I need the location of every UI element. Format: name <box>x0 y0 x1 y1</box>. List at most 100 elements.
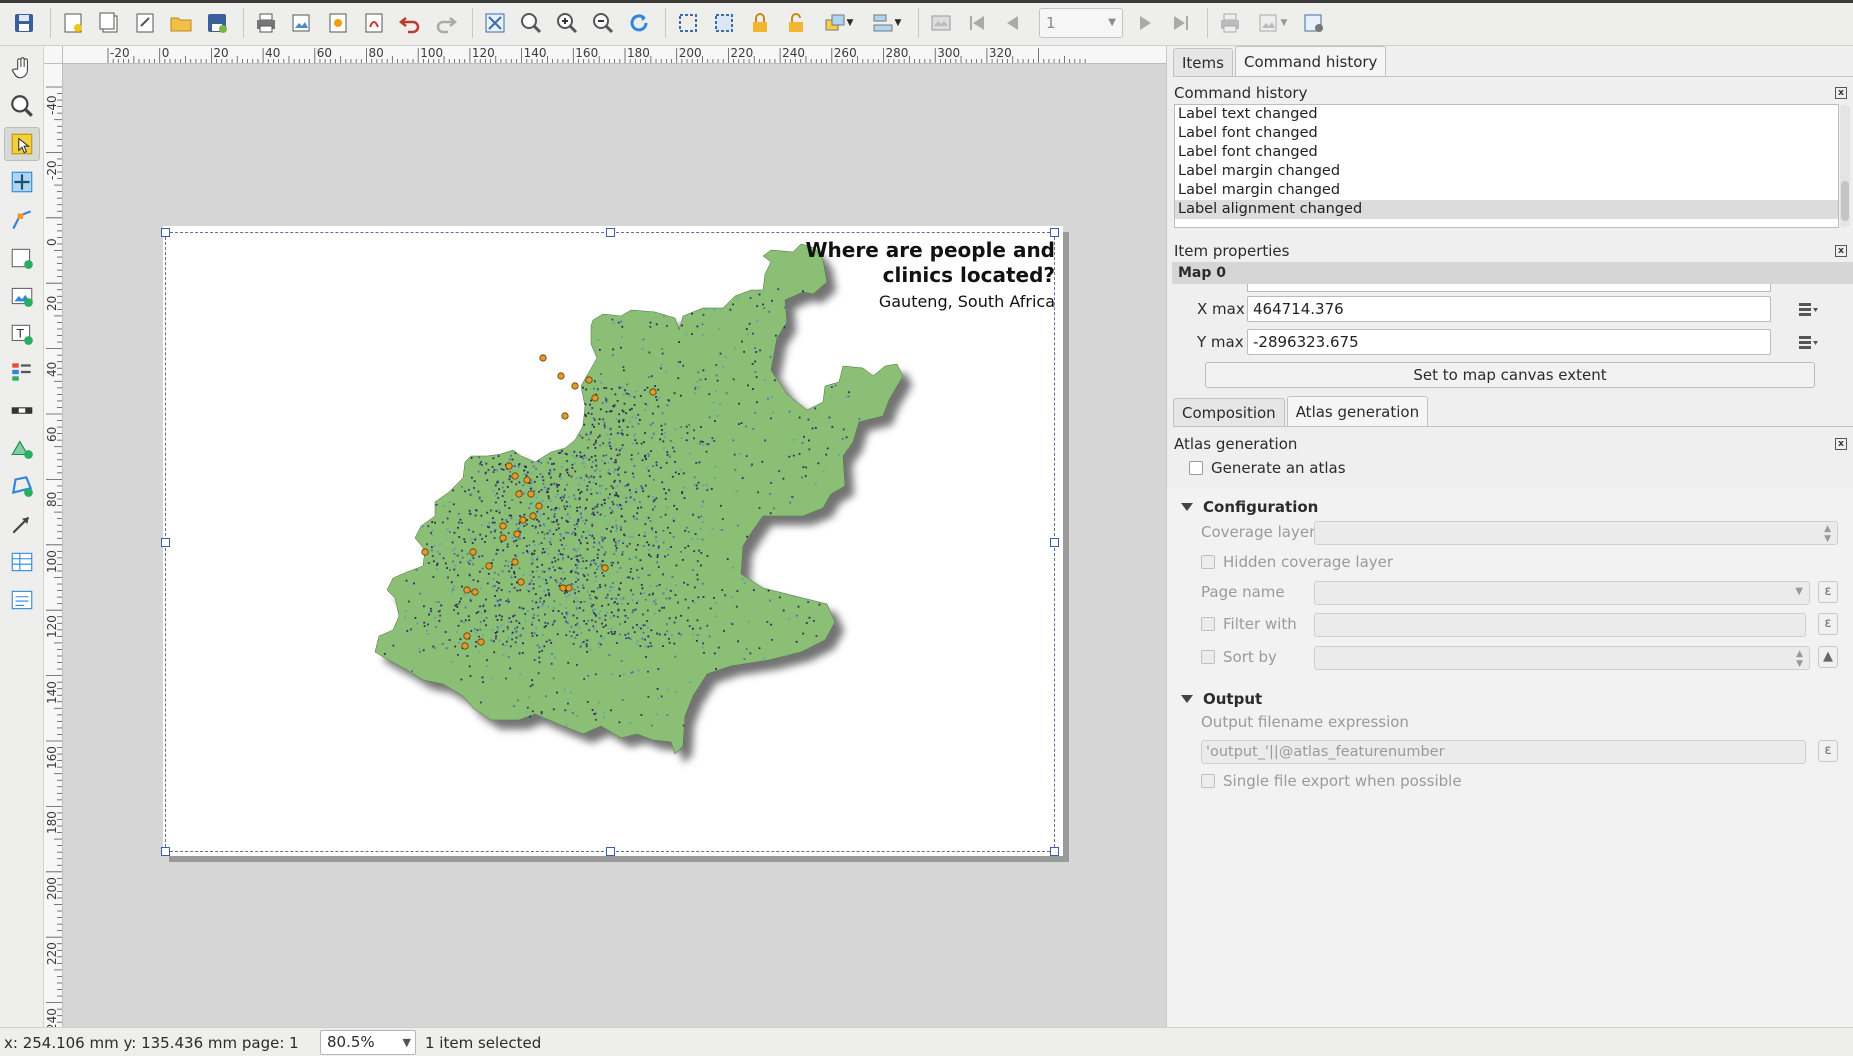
add-arrow-icon[interactable] <box>4 507 40 541</box>
align-icon[interactable]: ▼ <box>864 6 908 40</box>
zoom-out-icon[interactable] <box>587 6 619 40</box>
close-icon[interactable]: x <box>1835 87 1847 99</box>
y-max-field[interactable]: -2896323.675 <box>1247 328 1771 355</box>
duplicate-composer-icon[interactable] <box>93 6 125 40</box>
resize-handle-n[interactable] <box>606 228 615 237</box>
configuration-group[interactable]: Configuration <box>1181 495 1318 519</box>
coverage-layer-combo[interactable]: ▲ ▼ <box>1314 521 1838 545</box>
add-map-icon[interactable] <box>4 241 40 275</box>
refresh-icon[interactable] <box>623 6 655 40</box>
composer-manager-icon[interactable] <box>129 6 161 40</box>
history-scrollbar[interactable] <box>1840 105 1850 227</box>
sort-by-checkbox[interactable] <box>1201 650 1215 664</box>
single-file-row[interactable]: Single file export when possible <box>1201 772 1462 790</box>
resize-handle-e[interactable] <box>1050 538 1059 547</box>
pan-icon[interactable] <box>4 51 40 85</box>
filter-with-row[interactable]: Filter with <box>1201 615 1297 633</box>
atlas-preview-icon[interactable] <box>925 6 957 40</box>
new-composer-icon[interactable] <box>57 6 89 40</box>
group-icon[interactable]: ▼ <box>816 6 860 40</box>
open-template-icon[interactable] <box>165 6 197 40</box>
add-shape-icon[interactable] <box>4 431 40 465</box>
select-items-icon[interactable] <box>708 6 740 40</box>
history-item[interactable]: Label margin changed <box>1175 162 1838 181</box>
sort-order-icon[interactable]: ▲ <box>1818 646 1838 668</box>
filter-expression-field[interactable] <box>1314 613 1806 637</box>
edit-nodes-icon[interactable] <box>4 203 40 237</box>
resize-handle-sw[interactable] <box>161 847 170 856</box>
resize-handle-nw[interactable] <box>161 228 170 237</box>
sort-by-combo[interactable]: ▲ ▼ <box>1314 646 1810 670</box>
x-max-field[interactable]: 464714.376 <box>1247 295 1771 322</box>
output-group[interactable]: Output <box>1181 687 1262 711</box>
history-item[interactable]: Label margin changed <box>1175 181 1838 200</box>
resize-handle-ne[interactable] <box>1050 228 1059 237</box>
hidden-coverage-row[interactable]: Hidden coverage layer <box>1201 553 1393 571</box>
save-template-icon[interactable] <box>201 6 233 40</box>
move-content-icon[interactable] <box>4 165 40 199</box>
page-name-combo[interactable]: ▼ <box>1314 581 1810 605</box>
expression-icon[interactable]: ε <box>1818 740 1838 762</box>
atlas-settings-icon[interactable] <box>1298 6 1330 40</box>
unlock-icon[interactable] <box>780 6 812 40</box>
filter-with-checkbox[interactable] <box>1201 617 1215 631</box>
last-feature-icon[interactable] <box>1165 6 1197 40</box>
resize-handle-w[interactable] <box>161 538 170 547</box>
composer-canvas[interactable]: Where are people and clinics located? Ga… <box>63 64 1166 1027</box>
expression-icon[interactable]: ε <box>1818 613 1838 635</box>
history-item-selected[interactable]: Label alignment changed <box>1175 200 1838 219</box>
set-to-map-canvas-extent-button[interactable]: Set to map canvas extent <box>1205 362 1815 388</box>
redo-icon[interactable] <box>430 6 462 40</box>
history-item[interactable]: Label text changed <box>1175 105 1838 124</box>
next-feature-icon[interactable] <box>1129 6 1161 40</box>
output-filename-field[interactable]: 'output_'||@atlas_featurenumber <box>1201 740 1806 764</box>
first-feature-icon[interactable] <box>961 6 993 40</box>
atlas-print-icon[interactable] <box>1214 6 1246 40</box>
resize-handle-s[interactable] <box>606 847 615 856</box>
zoom-full-icon[interactable] <box>479 6 511 40</box>
undo-icon[interactable] <box>394 6 426 40</box>
add-polygon-icon[interactable] <box>4 469 40 503</box>
data-defined-icon[interactable] <box>1797 299 1819 319</box>
layout-page[interactable]: Where are people and clinics located? Ga… <box>161 226 1063 856</box>
tab-items[interactable]: Items <box>1173 48 1233 76</box>
history-item[interactable]: Label font changed <box>1175 143 1838 162</box>
add-image-icon[interactable] <box>4 279 40 313</box>
atlas-export-icon[interactable]: ▼ <box>1250 6 1294 40</box>
add-legend-icon[interactable] <box>4 355 40 389</box>
command-history-list[interactable]: Label text changed Label font changed La… <box>1174 104 1850 228</box>
lock-icon[interactable] <box>744 6 776 40</box>
select-all-icon[interactable] <box>672 6 704 40</box>
prev-feature-icon[interactable] <box>997 6 1029 40</box>
history-item[interactable]: Label font changed <box>1175 124 1838 143</box>
export-pdf-icon[interactable] <box>358 6 390 40</box>
close-icon[interactable]: x <box>1835 245 1847 257</box>
select-move-icon[interactable] <box>4 127 40 161</box>
data-defined-icon[interactable] <box>1797 332 1819 352</box>
tab-command-history[interactable]: Command history <box>1234 46 1387 76</box>
print-icon[interactable] <box>250 6 282 40</box>
page-number-combo[interactable]: 1 ▼ <box>1039 7 1123 38</box>
zoom-in-icon[interactable] <box>551 6 583 40</box>
add-html-icon[interactable] <box>4 583 40 617</box>
add-label-icon[interactable]: T <box>4 317 40 351</box>
ruler-label: 20 <box>213 46 229 60</box>
tab-atlas-generation[interactable]: Atlas generation <box>1286 396 1429 426</box>
save-icon[interactable] <box>8 6 40 40</box>
resize-handle-se[interactable] <box>1050 847 1059 856</box>
zoom-100-icon[interactable] <box>515 6 547 40</box>
export-image-icon[interactable] <box>286 6 318 40</box>
add-scalebar-icon[interactable] <box>4 393 40 427</box>
zoom-tool-icon[interactable] <box>4 89 40 123</box>
single-file-checkbox[interactable] <box>1201 774 1215 788</box>
close-icon[interactable]: x <box>1835 438 1847 450</box>
add-table-icon[interactable] <box>4 545 40 579</box>
hidden-coverage-checkbox[interactable] <box>1201 555 1215 569</box>
tab-composition[interactable]: Composition <box>1173 398 1285 426</box>
generate-atlas-row[interactable]: Generate an atlas <box>1189 459 1346 477</box>
zoom-combo[interactable]: 80.5% ▼ <box>320 1030 416 1055</box>
sort-by-row[interactable]: Sort by <box>1201 648 1277 666</box>
generate-atlas-checkbox[interactable] <box>1189 461 1203 475</box>
expression-icon[interactable]: ε <box>1818 581 1838 603</box>
export-svg-icon[interactable] <box>322 6 354 40</box>
